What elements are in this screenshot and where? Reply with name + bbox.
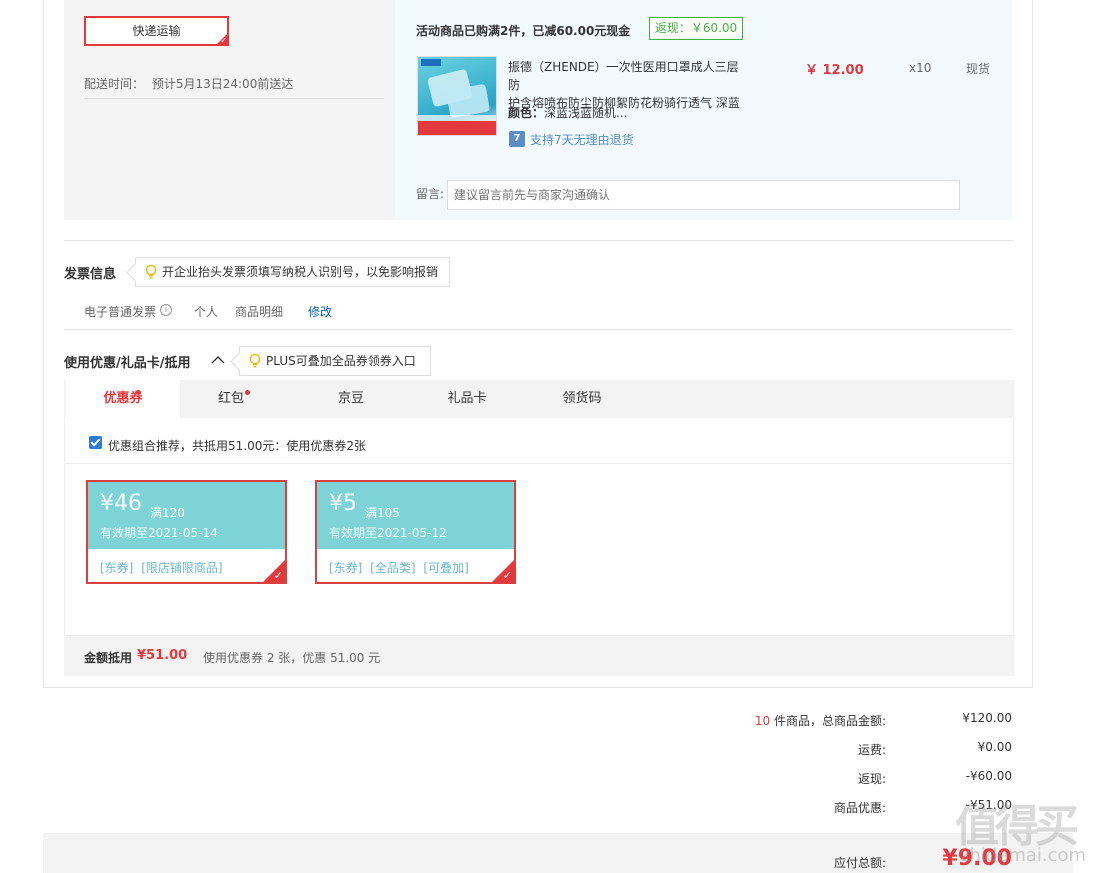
invoice-edit-link[interactable]: 修改 [308,303,332,320]
coupon-validity: 有效期至2021-05-12 [329,526,447,540]
discount-tabs: 优惠券 红包 京豆 礼品卡 领货码 [64,380,1014,418]
coupon-tag: [东券] [100,561,134,575]
coupon-card[interactable]: ¥46 满120 有效期至2021-05-14 [东券] [限店铺限商品] ✓ [86,480,287,584]
product-quantity: x10 [909,61,932,75]
tab-red-packet[interactable]: 红包 [186,380,276,418]
item-count: 10 [754,714,771,728]
invoice-type: 电子普通发票 [84,305,157,319]
tab-jingdou[interactable]: 京豆 [306,380,396,418]
seven-day-return-icon: 7 [509,131,525,147]
color-value: 深蓝浅蓝随机... [544,106,628,120]
lightbulb-icon [145,264,157,279]
chevron-up-icon[interactable] [211,355,225,364]
new-dot-icon [136,390,141,395]
coupon-amount: ¥46 [100,491,142,516]
promo-banner [418,121,496,135]
goods-amount: ¥120.00 [962,711,1012,725]
coupon-header: ¥46 满120 有效期至2021-05-14 [88,482,285,549]
message-label: 留言: [416,187,445,201]
tab-coupons[interactable]: 优惠券 [66,380,180,418]
divider [64,240,1014,241]
product-color: 颜色：深蓝浅蓝随机... [508,104,627,121]
invoice-content: 商品明细 [235,305,284,319]
coupon-card[interactable]: ¥5 满105 有效期至2021-05-12 [东券] [全品类] [可叠加] … [315,480,516,584]
tab-label: 领货码 [562,391,602,406]
recommend-text: 优惠组合推荐，共抵用51.00元：使用优惠券2张 [108,439,366,453]
coupon-tag: [可叠加] [423,561,469,575]
brand-logo-icon [421,59,441,66]
info-icon[interactable]: i [160,304,172,316]
invoice-tip-text: 开企业抬头发票须填写纳税人识别号，以免影响报销 [162,265,439,279]
coupon-tag: [东券] [329,561,363,575]
freight-label: 运费: [857,743,886,757]
tab-label: 红包 [217,391,244,406]
stock-status: 现货 [966,62,991,76]
discount-label: 商品优惠: [833,801,886,815]
coupon-tags: [东券] [限店铺限商品] [100,559,227,576]
plus-coupon-tip-text: PLUS可叠加全品券领券入口 [266,354,416,368]
delivery-time-label: 配送时间： [84,77,145,91]
product-thumbnail[interactable] [417,56,497,136]
invoice-holder: 个人 [194,305,219,319]
mask-image [445,83,491,119]
cashback-badge: 返现：￥60.00 [649,17,743,40]
coupon-tag: [限店铺限商品] [141,561,223,575]
coupon-condition: 满105 [365,506,400,520]
divider [64,329,1014,330]
promo-text: 活动商品已购满2件，已减60.00元现金 [416,24,631,38]
invoice-title: 发票信息 [64,267,117,282]
recommend-checkbox[interactable] [89,436,102,449]
plus-coupon-tip[interactable]: PLUS可叠加全品券领券入口 [239,346,431,376]
product-name-line: 振德（ZHENDE）一次性医用口罩成人三层防 [508,60,739,92]
delivery-time: 配送时间： 预计5月13日24:00前送达 [84,75,293,92]
payable-label: 应付总额: [833,856,886,870]
tab-gift-card[interactable]: 礼品卡 [422,380,512,418]
product-price: ￥ 12.00 [805,63,864,78]
discount-summary-bar: 金额抵用 ¥51.00 使用优惠券 2 张，优惠 51.00 元 [64,636,1014,676]
tab-label: 京豆 [337,391,364,406]
cashback-amount: -¥60.00 [965,769,1012,783]
tab-pickup-code[interactable]: 领货码 [537,380,627,418]
goods-amount-label: 10 件商品，总商品金额: [686,712,886,729]
check-icon: ✓ [273,569,283,582]
shipping-method-label: 快递运输 [132,24,181,38]
discount-title: 使用优惠/礼品卡/抵用 [64,356,191,371]
sum-value: ¥51.00 [137,648,188,663]
coupon-amount: ¥5 [329,491,357,516]
shipping-method-button[interactable]: 快递运输 ✓ [84,16,229,46]
coupon-tags: [东券] [全品类] [可叠加] [329,559,473,576]
message-input[interactable] [447,180,960,210]
coupon-validity: 有效期至2021-05-14 [100,526,218,540]
tab-label: 礼品卡 [447,391,487,406]
sum-label: 金额抵用 [84,651,133,665]
divider [84,98,384,99]
color-label: 颜色： [508,106,545,120]
coupon-tag: [全品类] [370,561,416,575]
item-count-label: 件商品，总商品金额: [773,714,886,728]
cashback-label: 返现: [857,772,886,786]
check-icon: ✓ [220,36,227,45]
new-dot-icon [245,390,250,395]
invoice-tip: 开企业抬头发票须填写纳税人识别号，以免影响报销 [135,257,450,287]
coupon-header: ¥5 满105 有效期至2021-05-12 [317,482,514,549]
check-icon: ✓ [502,569,512,582]
delivery-time-value: 预计5月13日24:00前送达 [151,77,294,91]
freight-amount: ¥0.00 [977,740,1012,754]
lightbulb-icon [249,353,261,368]
sum-desc: 使用优惠券 2 张，优惠 51.00 元 [203,651,381,665]
watermark-url: zhidemai.com [960,845,1087,866]
coupon-condition: 满120 [150,506,185,520]
return-policy-link[interactable]: 支持7天无理由退货 [530,131,634,148]
divider [65,463,1013,464]
